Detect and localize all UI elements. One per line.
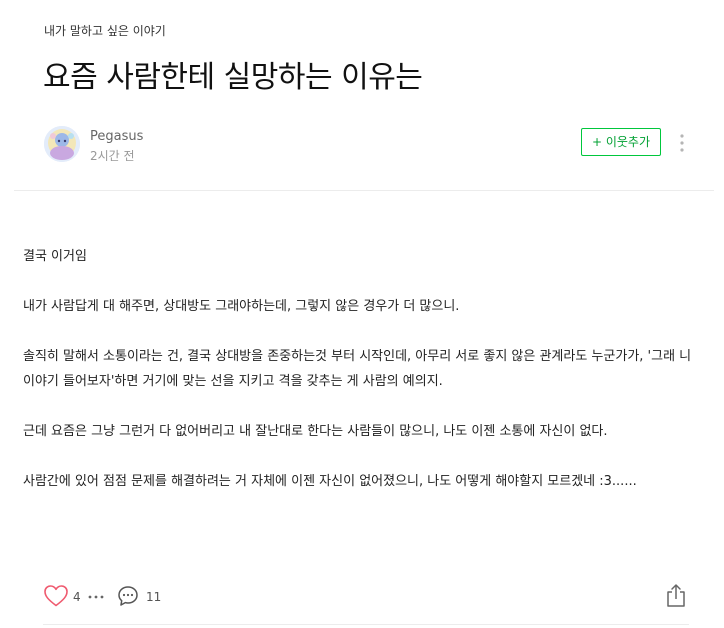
vertical-dots-icon <box>680 134 684 152</box>
more-options-button[interactable] <box>674 132 690 154</box>
author-avatar[interactable] <box>44 126 80 162</box>
post-paragraph: 내가 사람답게 대 해주면, 상대방도 그래야하는데, 그렇지 않은 경우가 더… <box>23 299 460 314</box>
like-count: 4 <box>73 590 81 604</box>
heart-icon <box>44 585 68 607</box>
like-button[interactable] <box>43 584 69 608</box>
speech-bubble-icon <box>118 586 138 606</box>
post-paragraph: 솔직히 말해서 소통이라는 건, 결국 상대방을 존중하는것 부터 시작인데, … <box>23 349 692 389</box>
post-time: 2시간 전 <box>90 149 135 163</box>
post-category[interactable]: 내가 말하고 싶은 이야기 <box>44 22 166 40</box>
author-name[interactable]: Pegasus <box>90 128 143 146</box>
comment-count: 11 <box>146 590 162 604</box>
post-paragraph: 사람간에 있어 점점 문제를 해결하려는 거 자체에 이젠 자신이 없어졌으니,… <box>23 474 637 489</box>
comment-button[interactable] <box>116 584 140 608</box>
likers-list-button[interactable] <box>86 589 106 605</box>
add-neighbor-button[interactable]: + 이웃추가 <box>581 128 661 156</box>
post-paragraph: 근데 요즘은 그냥 그런거 다 없어버리고 내 잘난대로 한다는 사람들이 많으… <box>23 424 608 439</box>
share-button[interactable] <box>664 583 688 609</box>
footer-divider <box>43 624 689 625</box>
header-divider <box>14 190 714 191</box>
post-paragraph: 결국 이거임 <box>23 249 87 264</box>
more-dots-icon <box>88 595 104 599</box>
post-title: 요즘 사람한테 실망하는 이유는 <box>43 60 423 95</box>
post-body: 결국 이거임 내가 사람답게 대 해주면, 상대방도 그래야하는데, 그렇지 않… <box>23 244 703 519</box>
share-icon <box>667 584 685 607</box>
